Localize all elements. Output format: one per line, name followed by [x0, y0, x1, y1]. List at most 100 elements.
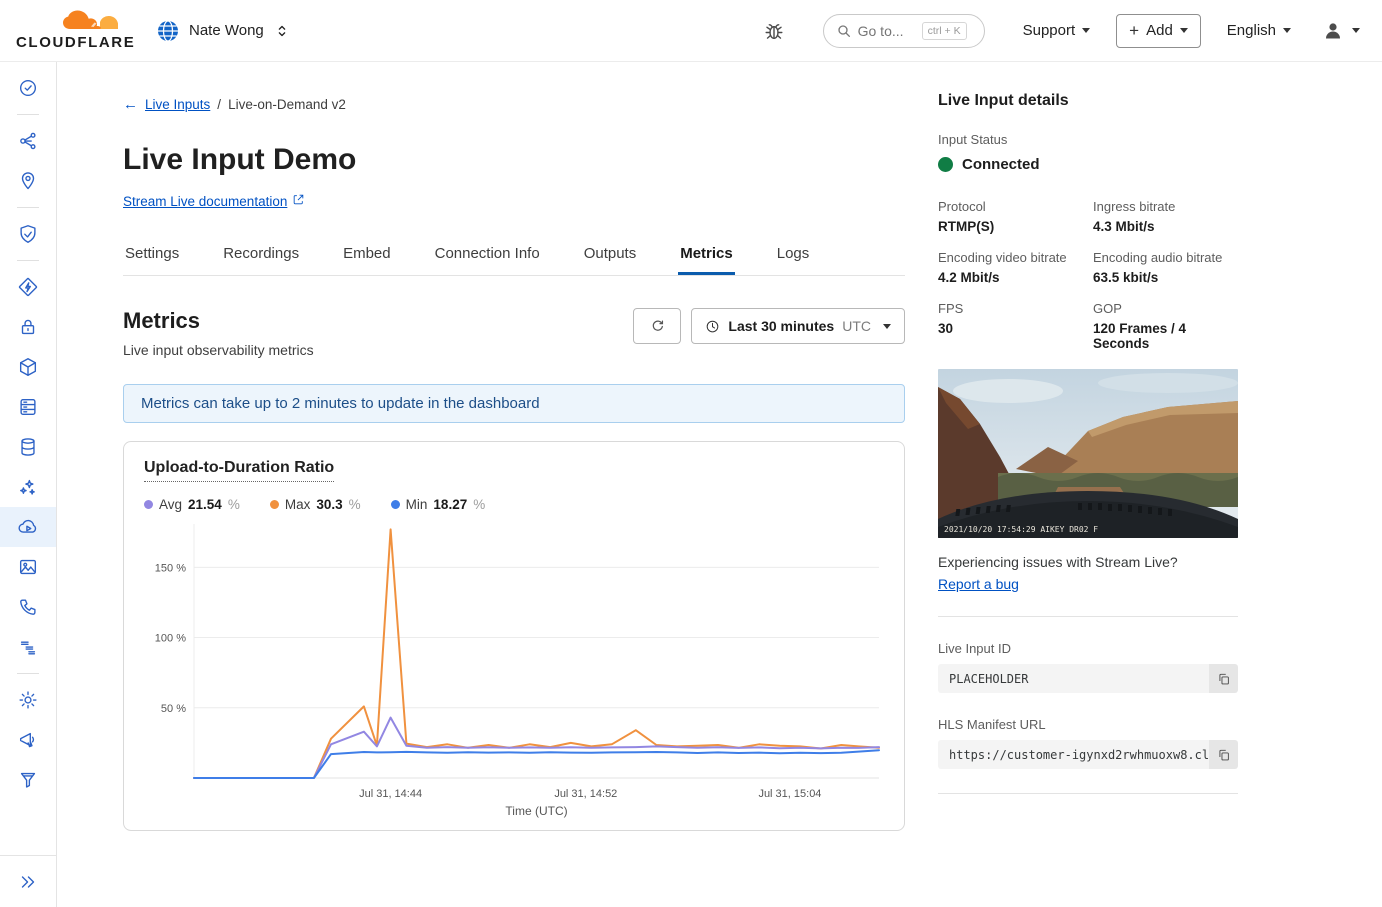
stream-docs-link[interactable]: Stream Live documentation [123, 194, 287, 209]
sidebar-item-notifications-megaphone[interactable] [0, 720, 56, 760]
divider [938, 616, 1238, 617]
search-input[interactable] [858, 23, 916, 39]
support-label: Support [1023, 22, 1076, 39]
breadcrumb-live-inputs-link[interactable]: Live Inputs [145, 97, 210, 112]
chevron-down-icon [1283, 28, 1291, 33]
sidebar-item-workers[interactable] [0, 347, 56, 387]
sidebar-item-stream[interactable] [0, 507, 56, 547]
field-value: 4.2 Mbit/s [938, 270, 1083, 285]
collapse-icon [17, 871, 39, 893]
add-button[interactable]: + Add [1116, 14, 1201, 48]
field-value: 63.5 kbit/s [1093, 270, 1238, 285]
hls-manifest-field: https://customer-igynxd2rwhmuoxw8.cloudf [938, 740, 1238, 769]
field-gop: GOP 120 Frames / 4 Seconds [1093, 301, 1238, 351]
chart-legend: Avg 21.54 % Max 30.3 % Min 18.27 % [144, 497, 884, 512]
global-search[interactable]: ctrl + K [823, 14, 985, 48]
live-input-id-label: Live Input ID [938, 641, 1238, 656]
bug-report-button[interactable] [759, 16, 789, 46]
sidebar-divider [17, 673, 39, 674]
metrics-header: Metrics Live input observability metrics… [123, 308, 905, 358]
report-bug-link[interactable]: Report a bug [938, 576, 1019, 592]
search-shortcut-badge: ctrl + K [922, 22, 967, 40]
time-range-selector[interactable]: Last 30 minutes UTC [691, 308, 905, 344]
sidebar-item-funnel[interactable] [0, 760, 56, 800]
user-menu[interactable] [1321, 19, 1360, 43]
language-menu[interactable]: English [1227, 22, 1291, 39]
tab-embed[interactable]: Embed [341, 237, 393, 275]
legend-label: Min [406, 497, 428, 512]
refresh-button[interactable] [633, 308, 681, 344]
stream-icon [17, 516, 39, 538]
copy-live-input-id-button[interactable] [1209, 664, 1238, 693]
hls-manifest-label: HLS Manifest URL [938, 717, 1238, 732]
sidebar-item-time-travel[interactable] [0, 68, 56, 108]
legend-dot-avg [144, 500, 153, 509]
cloudflare-logo[interactable]: CLOUDFLARE [16, 10, 128, 51]
support-menu[interactable]: Support [1023, 22, 1091, 39]
svg-text:100 %: 100 % [155, 633, 186, 645]
legend-unit: % [228, 497, 240, 512]
metrics-heading: Metrics [123, 308, 314, 334]
details-grid: Protocol RTMP(S) Ingress bitrate 4.3 Mbi… [938, 199, 1238, 351]
workers-icon [17, 356, 39, 378]
sidebar-item-location-pin[interactable] [0, 161, 56, 201]
legend-dot-min [391, 500, 400, 509]
breadcrumb-separator: / [217, 97, 221, 112]
live-preview-thumbnail: 2021/10/20 17:54:29 AIKEY DR02 F [938, 369, 1238, 538]
sidebar-item-ai-sparkles[interactable] [0, 467, 56, 507]
legend-label: Avg [159, 497, 182, 512]
live-input-details-panel: Live Input details Input Status Connecte… [938, 62, 1238, 907]
tab-bar: Settings Recordings Embed Connection Inf… [123, 237, 905, 276]
metrics-subheading: Live input observability metrics [123, 342, 314, 358]
chevron-down-icon [883, 324, 891, 329]
location-pin-icon [17, 170, 39, 192]
tab-settings[interactable]: Settings [123, 237, 181, 275]
breadcrumb: ← Live Inputs / Live-on-Demand v2 [123, 96, 905, 113]
sidebar-item-ssl-lock[interactable] [0, 307, 56, 347]
refresh-icon [649, 318, 666, 335]
sidebar-item-settings-gear[interactable] [0, 680, 56, 720]
sidebar-item-queues[interactable] [0, 627, 56, 667]
chart-card: Upload-to-Duration Ratio Avg 21.54 % Max… [123, 441, 905, 831]
breadcrumb-current: Live-on-Demand v2 [228, 97, 346, 112]
time-zone-value: UTC [842, 318, 871, 334]
sidebar-item-zero-trust-shield[interactable] [0, 214, 56, 254]
bug-icon [762, 19, 786, 43]
field-encoding-video-bitrate: Encoding video bitrate 4.2 Mbit/s [938, 250, 1083, 285]
tab-recordings[interactable]: Recordings [221, 237, 301, 275]
upload-duration-ratio-chart: 50 %100 %150 %Jul 31, 14:44Jul 31, 14:52… [144, 520, 884, 820]
copy-hls-manifest-button[interactable] [1209, 740, 1238, 769]
top-header: CLOUDFLARE Nate Wong [0, 0, 1382, 62]
svg-text:150 %: 150 % [155, 562, 186, 574]
tab-connection-info[interactable]: Connection Info [433, 237, 542, 275]
sidebar-item-speed[interactable] [0, 267, 56, 307]
settings-gear-icon [17, 689, 39, 711]
live-input-id-value: PLACEHOLDER [938, 672, 1062, 686]
sidebar-items [0, 68, 56, 800]
sidebar-item-calls[interactable] [0, 587, 56, 627]
legend-label: Max [285, 497, 311, 512]
sidebar-item-traffic[interactable] [0, 121, 56, 161]
svg-text:Time (UTC): Time (UTC) [505, 804, 567, 818]
svg-text:Jul 31, 15:04: Jul 31, 15:04 [758, 788, 821, 800]
content-area: ← Live Inputs / Live-on-Demand v2 Live I… [57, 62, 1382, 907]
search-icon [836, 23, 852, 39]
sidebar-item-database[interactable] [0, 427, 56, 467]
funnel-icon [17, 769, 39, 791]
traffic-icon [17, 130, 39, 152]
sidebar-item-images[interactable] [0, 547, 56, 587]
sidebar-collapse-button[interactable] [17, 862, 39, 902]
details-heading: Live Input details [938, 92, 1238, 110]
status-value: Connected [962, 156, 1040, 173]
images-icon [17, 556, 39, 578]
tab-outputs[interactable]: Outputs [582, 237, 639, 275]
sidebar-item-storage[interactable] [0, 387, 56, 427]
left-sidebar [0, 62, 57, 907]
sidebar-divider [17, 207, 39, 208]
calls-icon [17, 596, 39, 618]
tab-logs[interactable]: Logs [775, 237, 812, 275]
account-switcher[interactable]: Nate Wong [156, 19, 291, 43]
notifications-megaphone-icon [17, 729, 39, 751]
tab-metrics[interactable]: Metrics [678, 237, 735, 275]
issues-text: Experiencing issues with Stream Live? [938, 554, 1238, 570]
